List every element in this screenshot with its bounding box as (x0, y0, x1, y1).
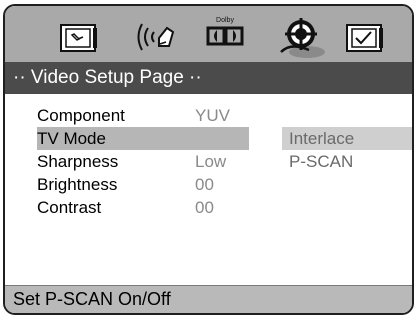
menu-item-value: Low (195, 152, 227, 171)
setup-toolbar: Dolby (5, 6, 412, 62)
submenu-option-p-scan[interactable]: P-SCAN (282, 150, 412, 173)
menu-item-label: Component (37, 106, 125, 125)
submenu-option-interlace[interactable]: Interlace (282, 127, 412, 150)
video-setup-icon[interactable] (273, 6, 329, 62)
menu-item-label: TV Mode (37, 129, 106, 148)
audio-setup-icon[interactable] (135, 6, 183, 62)
menu-item-value: 00 (195, 198, 214, 217)
preference-setup-icon[interactable] (341, 6, 387, 62)
dolby-setup-icon[interactable]: Dolby (203, 6, 247, 62)
menu-item-component[interactable]: Component YUV (37, 104, 249, 127)
menu-item-value: YUV (195, 106, 230, 125)
menu-item-brightness[interactable]: Brightness 00 (37, 173, 249, 196)
menu-item-label: Brightness (37, 175, 118, 194)
osd-frame: Dolby ·· Video Setup Page ·· Component Y… (3, 4, 414, 315)
page-title: ·· Video Setup Page ·· (5, 62, 412, 94)
menu-item-sharpness[interactable]: Sharpness Low (37, 150, 249, 173)
general-setup-icon[interactable] (55, 6, 101, 62)
menu-item-value: 00 (195, 175, 214, 194)
menu-item-contrast[interactable]: Contrast 00 (37, 196, 249, 219)
menu-panel: Component YUV TV Mode Sharpness Low Brig… (5, 94, 412, 289)
menu-item-label: Contrast (37, 198, 102, 217)
menu-item-label: Sharpness (37, 152, 119, 171)
status-bar: Set P-SCAN On/Off (5, 285, 412, 313)
menu-item-tv-mode[interactable]: TV Mode (37, 127, 249, 150)
dolby-label: Dolby (216, 17, 234, 24)
